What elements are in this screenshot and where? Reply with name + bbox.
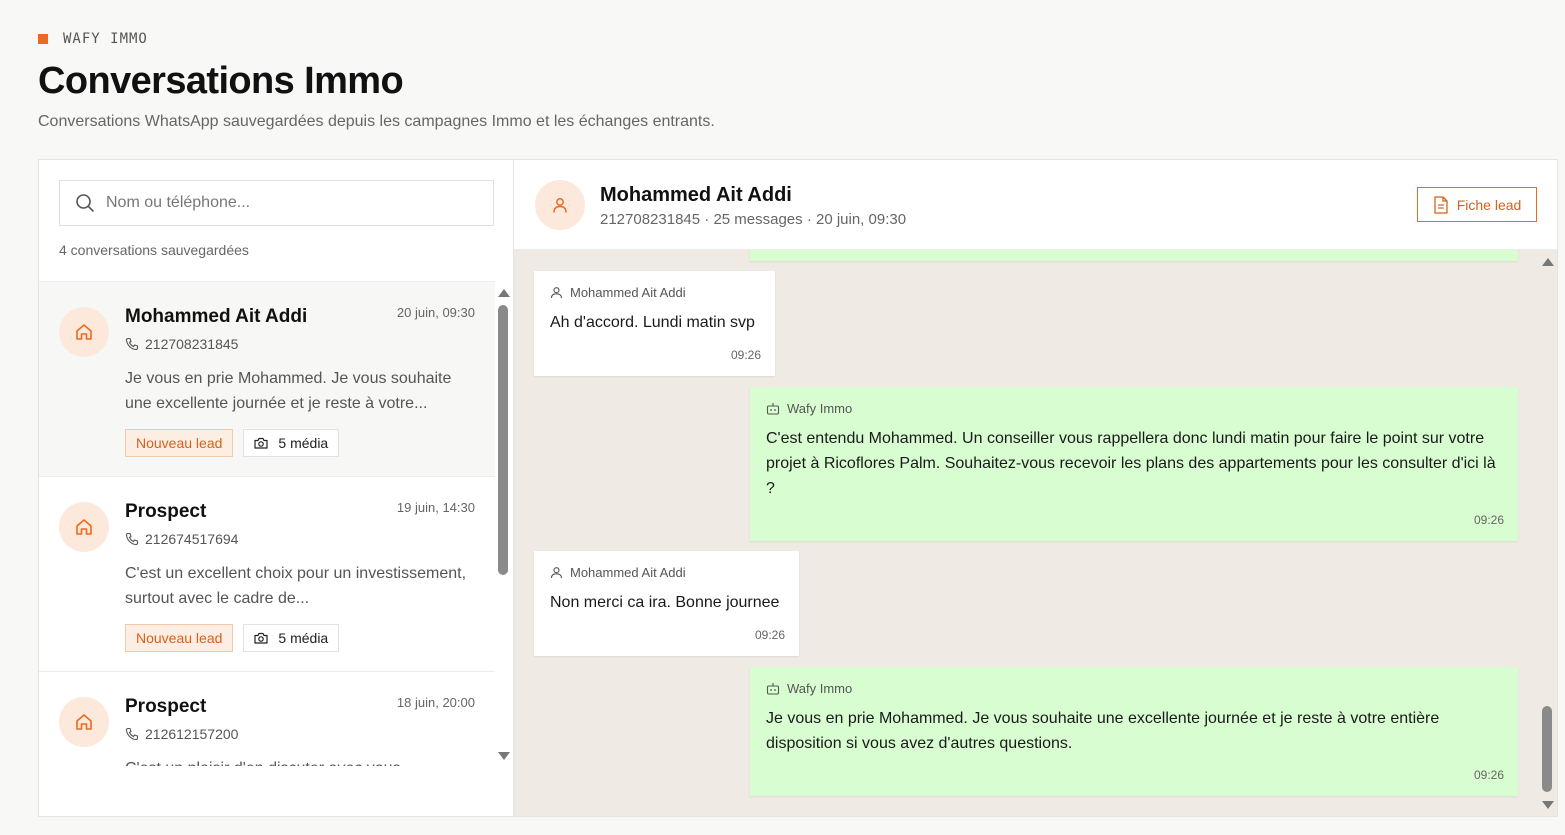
chat-contact-name: Mohammed Ait Addi (600, 184, 792, 206)
conversation-date: 18 juin, 20:00 (396, 695, 475, 710)
camera-icon (254, 632, 269, 644)
message-text: Je vous en prie Mohammed. Je vous souhai… (766, 710, 1440, 752)
conversation-phone: 212674517694 (125, 531, 238, 547)
message-bubble-outgoing: Wafy Immo C'est entendu Mohammed. Un con… (750, 387, 1518, 541)
conversation-item[interactable]: Prospect 19 juin, 14:30 212674517694 C'e… (39, 477, 495, 672)
conversations-panel: 4 conversations sauvegardées Mohammed Ai… (38, 159, 1558, 817)
conversation-list: Mohammed Ait Addi 20 juin, 09:30 2127082… (39, 281, 495, 766)
media-count: 5 média (278, 630, 329, 646)
phone-icon (125, 337, 139, 351)
conversation-item[interactable]: Prospect 18 juin, 20:00 212612157200 C'e… (39, 672, 495, 766)
message-time: 09:26 (754, 628, 785, 642)
lead-status-badge: Nouveau lead (125, 429, 234, 457)
scrollbar-thumb[interactable] (498, 305, 508, 575)
message-time: 09:26 (1473, 513, 1504, 527)
brand: WAFY IMMO (38, 31, 148, 47)
message-author: Wafy Immo (766, 681, 1502, 696)
conversation-tags: Nouveau lead 5 média (125, 624, 340, 652)
conversation-name: Mohammed Ait Addi (125, 306, 308, 327)
message-bubble-incoming: Mohammed Ait Addi Non merci ca ira. Bonn… (534, 551, 799, 656)
message-time: 09:26 (730, 348, 761, 362)
conversation-name: Prospect (125, 501, 207, 522)
scrollbar-thumb[interactable] (1542, 706, 1552, 792)
chat-contact-meta: 212708231845 · 25 messages · 20 juin, 09… (600, 211, 907, 228)
conversation-count: 4 conversations sauvegardées (59, 242, 249, 258)
user-icon (550, 286, 563, 299)
scroll-down-arrow-icon[interactable] (498, 752, 510, 760)
message-author-name: Mohammed Ait Addi (570, 285, 686, 300)
message-bubble-outgoing: Wafy Immo Je vous en prie Mohammed. Je v… (750, 667, 1518, 796)
phone-icon (125, 727, 139, 741)
lead-status-badge: Nouveau lead (125, 624, 234, 652)
message-author-name: Mohammed Ait Addi (570, 565, 686, 580)
message-list-scrollbar[interactable] (1539, 250, 1557, 816)
bot-icon (766, 682, 780, 695)
phone-number: 212612157200 (145, 726, 239, 742)
conversation-phone: 212612157200 (125, 726, 238, 742)
document-icon (1433, 195, 1449, 214)
message-author: Mohammed Ait Addi (550, 565, 783, 580)
fiche-lead-button[interactable]: Fiche lead (1417, 187, 1537, 222)
media-count: 5 média (278, 435, 329, 451)
conversation-preview: C'est un plaisir d'en discuter avec vous (125, 756, 475, 766)
phone-number: 212708231845 (145, 336, 239, 352)
page-title: Conversations Immo (38, 60, 404, 102)
conversation-sidebar: 4 conversations sauvegardées Mohammed Ai… (39, 160, 514, 816)
phone-icon (125, 532, 139, 546)
page-subtitle: Conversations WhatsApp sauvegardées depu… (38, 113, 715, 130)
conversation-tags: Nouveau lead 5 média (125, 429, 340, 457)
search-box[interactable] (59, 180, 494, 226)
chat-header: Mohammed Ait Addi 212708231845 · 25 mess… (514, 160, 1557, 250)
message-author-name: Wafy Immo (787, 401, 853, 416)
fiche-lead-label: Fiche lead (1456, 196, 1522, 213)
brand-name: WAFY IMMO (63, 31, 148, 47)
bot-icon (766, 402, 780, 415)
conversation-preview: Je vous en prie Mohammed. Je vous souhai… (125, 370, 452, 412)
home-icon (59, 502, 109, 552)
scroll-up-arrow-icon[interactable] (498, 289, 510, 297)
conversation-phone: 212708231845 (125, 336, 238, 352)
message-time: 09:26 (1473, 768, 1504, 782)
media-count-badge: 5 média (243, 624, 340, 652)
message-bubble-incoming: Mohammed Ait Addi Ah d'accord. Lundi mat… (534, 271, 775, 376)
scroll-down-arrow-icon[interactable] (1542, 801, 1554, 809)
conversation-name: Prospect (125, 696, 207, 717)
media-count-badge: 5 média (243, 429, 340, 457)
brand-logo-square (38, 34, 48, 44)
camera-icon (254, 437, 269, 449)
conversation-list-scrollbar[interactable] (495, 281, 514, 766)
message-author: Mohammed Ait Addi (550, 285, 759, 300)
phone-number: 212674517694 (145, 531, 239, 547)
home-icon (59, 697, 109, 747)
user-icon (535, 180, 585, 230)
search-input[interactable] (106, 194, 466, 212)
message-author-name: Wafy Immo (787, 681, 853, 696)
home-icon (59, 307, 109, 357)
message-text: Non merci ca ira. Bonne journee (550, 594, 780, 611)
scroll-up-arrow-icon[interactable] (1542, 258, 1554, 266)
message-text: Ah d'accord. Lundi matin svp (550, 314, 755, 331)
message-bubble-partial (750, 250, 1518, 261)
search-icon (74, 192, 96, 214)
conversation-item[interactable]: Mohammed Ait Addi 20 juin, 09:30 2127082… (39, 282, 495, 477)
conversation-preview: C'est un excellent choix pour un investi… (125, 565, 467, 607)
conversation-date: 20 juin, 09:30 (396, 305, 475, 320)
conversation-date: 19 juin, 14:30 (396, 500, 475, 515)
message-author: Wafy Immo (766, 401, 1502, 416)
message-text: C'est entendu Mohammed. Un conseiller vo… (766, 430, 1496, 497)
message-list: Mohammed Ait Addi Ah d'accord. Lundi mat… (514, 250, 1557, 816)
user-icon (550, 566, 563, 579)
chat-pane: Mohammed Ait Addi 212708231845 · 25 mess… (514, 160, 1557, 816)
